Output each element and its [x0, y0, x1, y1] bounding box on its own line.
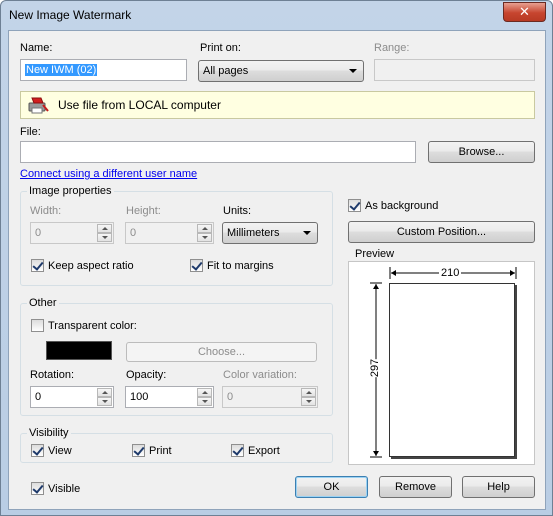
chevron-down-icon	[303, 231, 311, 235]
dialog-window: New Image Watermark ✕ Name: New IWM (02)…	[0, 0, 553, 516]
fit-margins-label: Fit to margins	[207, 259, 274, 272]
checkbox-checked-icon	[132, 444, 145, 457]
units-value: Millimeters	[227, 227, 280, 239]
close-button[interactable]: ✕	[503, 2, 546, 22]
checkbox-checked-icon	[31, 259, 44, 272]
other-title: Other	[27, 297, 59, 309]
browse-button[interactable]: Browse...	[428, 141, 535, 163]
height-label: Height:	[126, 205, 161, 217]
rotation-spinner[interactable]: 0	[30, 386, 114, 408]
file-input[interactable]	[20, 141, 416, 163]
opacity-spinner[interactable]: 100	[125, 386, 214, 408]
view-label: View	[48, 444, 72, 457]
print-on-select[interactable]: All pages	[198, 60, 364, 82]
range-input[interactable]	[374, 59, 535, 81]
name-value: New IWM (02)	[25, 64, 98, 76]
name-label: Name:	[20, 42, 53, 54]
ok-button[interactable]: OK	[295, 476, 368, 498]
rotation-up-arrow-icon[interactable]	[97, 388, 112, 397]
keep-aspect-label: Keep aspect ratio	[48, 259, 134, 272]
page-preview	[389, 283, 515, 457]
color-variation-spinner[interactable]: 0	[222, 386, 318, 408]
height-up-arrow-icon[interactable]	[197, 224, 212, 233]
visibility-title: Visibility	[27, 427, 71, 439]
custom-position-button[interactable]: Custom Position...	[348, 221, 535, 243]
height-value: 0	[130, 227, 137, 239]
color-swatch[interactable]	[46, 341, 112, 360]
export-label: Export	[248, 444, 280, 457]
remove-button[interactable]: Remove	[379, 476, 452, 498]
width-spinner[interactable]: 0	[30, 222, 114, 244]
units-label: Units:	[223, 205, 252, 217]
help-button[interactable]: Help	[462, 476, 535, 498]
preview-title: Preview	[355, 248, 395, 260]
print-on-value: All pages	[203, 65, 249, 77]
close-icon: ✕	[519, 4, 530, 19]
opacity-up-arrow-icon[interactable]	[197, 388, 212, 397]
rotation-value: 0	[35, 391, 42, 403]
fit-margins-checkbox[interactable]: Fit to margins	[190, 259, 274, 272]
width-down-arrow-icon[interactable]	[97, 233, 112, 242]
color-variation-label: Color variation:	[223, 369, 297, 381]
rotation-label: Rotation:	[30, 369, 75, 381]
connect-different-user-link[interactable]: Connect using a different user name	[20, 168, 197, 180]
opacity-down-arrow-icon[interactable]	[197, 397, 212, 406]
height-dimension-label: 297	[369, 358, 382, 378]
choose-color-button[interactable]: Choose...	[126, 342, 317, 362]
image-properties-title: Image properties	[27, 185, 114, 197]
transparent-color-label: Transparent color:	[48, 319, 137, 332]
height-spinner[interactable]: 0	[125, 222, 214, 244]
checkbox-checked-icon	[190, 259, 203, 272]
units-select[interactable]: Millimeters	[222, 222, 318, 244]
as-background-label: As background	[365, 199, 439, 212]
width-label: Width:	[30, 205, 62, 217]
export-checkbox[interactable]: Export	[231, 444, 280, 457]
opacity-value: 100	[130, 391, 149, 403]
color-variation-value: 0	[227, 391, 234, 403]
rotation-down-arrow-icon[interactable]	[97, 397, 112, 406]
print-label: Print	[149, 444, 172, 457]
checkbox-checked-icon	[31, 482, 44, 495]
keep-aspect-checkbox[interactable]: Keep aspect ratio	[31, 259, 134, 272]
opacity-label: Opacity:	[126, 369, 167, 381]
variation-down-arrow-icon[interactable]	[301, 397, 316, 406]
print-on-label: Print on:	[200, 42, 241, 54]
checkbox-unchecked-icon	[31, 319, 44, 332]
width-up-arrow-icon[interactable]	[97, 224, 112, 233]
as-background-checkbox[interactable]: As background	[348, 199, 438, 212]
print-checkbox[interactable]: Print	[132, 444, 172, 457]
window-title: New Image Watermark	[9, 8, 132, 22]
dialog-client-area: Name: New IWM (02) Print on: All pages R…	[8, 30, 546, 510]
width-dimension-label: 210	[439, 267, 462, 279]
checkbox-checked-icon	[31, 444, 44, 457]
checkbox-checked-icon	[231, 444, 244, 457]
transparent-color-checkbox[interactable]: Transparent color:	[31, 319, 137, 332]
pdf-printer-icon	[28, 97, 49, 114]
variation-up-arrow-icon[interactable]	[301, 388, 316, 397]
checkbox-checked-icon	[348, 199, 361, 212]
file-label: File:	[20, 126, 41, 138]
width-value: 0	[35, 227, 42, 239]
range-label: Range:	[374, 42, 410, 54]
visible-label: Visible	[48, 482, 81, 495]
visible-checkbox[interactable]: Visible	[31, 482, 80, 495]
banner-text: Use file from LOCAL computer	[58, 98, 221, 112]
file-source-banner[interactable]: Use file from LOCAL computer	[20, 91, 535, 119]
chevron-down-icon	[349, 69, 357, 73]
height-down-arrow-icon[interactable]	[197, 233, 212, 242]
preview-panel: 210 297	[348, 261, 535, 465]
name-input[interactable]: New IWM (02)	[20, 59, 187, 81]
view-checkbox[interactable]: View	[31, 444, 72, 457]
